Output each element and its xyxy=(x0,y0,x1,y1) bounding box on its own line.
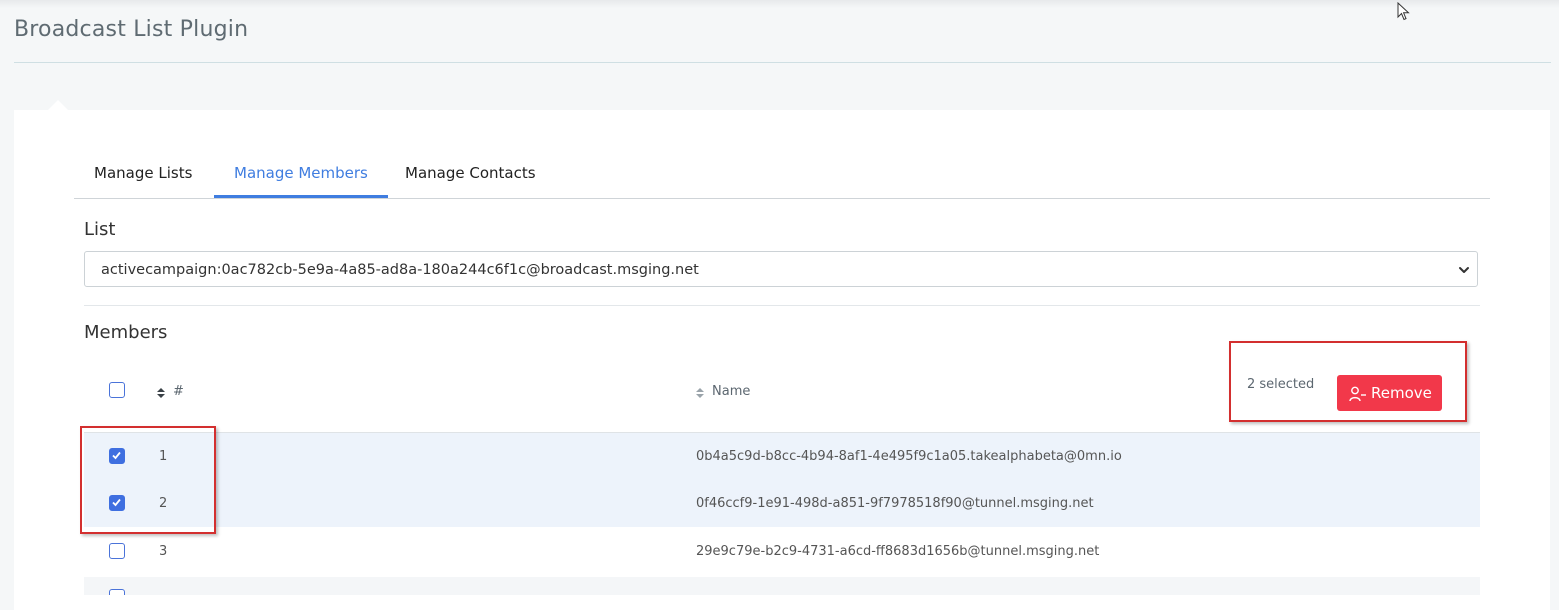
row-name: 29e9c79e-b2c9-4731-a6cd-ff8683d1656b@tun… xyxy=(696,544,1100,559)
column-header-number[interactable]: # xyxy=(173,384,184,399)
top-shadow-bar xyxy=(0,0,1559,8)
list-select[interactable]: activecampaign:0ac782cb-5e9a-4a85-ad8a-1… xyxy=(84,251,1478,287)
title-divider xyxy=(14,62,1551,63)
tab-manage-members[interactable]: Manage Members xyxy=(214,156,388,198)
tab-manage-lists[interactable]: Manage Lists xyxy=(74,156,212,198)
page-title: Broadcast List Plugin xyxy=(14,17,249,42)
row-name: 0b4a5c9d-b8cc-4b94-8af1-4e495f9c1a05.tak… xyxy=(696,449,1122,464)
tab-manage-contacts[interactable]: Manage Contacts xyxy=(385,156,556,198)
section-divider xyxy=(84,305,1480,306)
chevron-down-icon xyxy=(1459,267,1469,273)
annotation-highlight-remove xyxy=(1229,341,1467,422)
members-label: Members xyxy=(84,322,168,343)
row-name: 0f46ccf9-1e91-498d-a851-9f7978518f90@tun… xyxy=(696,496,1094,511)
table-row[interactable]: 2 0f46ccf9-1e91-498d-a851-9f7978518f90@t… xyxy=(84,480,1480,527)
table-row-partial[interactable] xyxy=(84,577,1480,595)
mouse-cursor-icon xyxy=(1397,2,1410,21)
row-checkbox[interactable] xyxy=(109,589,125,595)
table-row[interactable]: 1 0b4a5c9d-b8cc-4b94-8af1-4e495f9c1a05.t… xyxy=(84,433,1480,480)
card-notch xyxy=(48,100,68,110)
list-select-value: activecampaign:0ac782cb-5e9a-4a85-ad8a-1… xyxy=(101,262,699,278)
table-row[interactable]: 3 29e9c79e-b2c9-4731-a6cd-ff8683d1656b@t… xyxy=(84,528,1480,575)
row-checkbox[interactable] xyxy=(109,543,125,559)
annotation-highlight-checkboxes xyxy=(80,426,216,534)
list-label: List xyxy=(84,219,116,240)
tab-bar: Manage Lists Manage Members Manage Conta… xyxy=(74,156,1490,199)
row-number: 3 xyxy=(159,544,168,559)
sort-icon xyxy=(696,388,704,398)
sort-icon xyxy=(157,388,165,398)
select-all-checkbox[interactable] xyxy=(109,382,125,398)
column-header-name[interactable]: Name xyxy=(712,384,750,399)
